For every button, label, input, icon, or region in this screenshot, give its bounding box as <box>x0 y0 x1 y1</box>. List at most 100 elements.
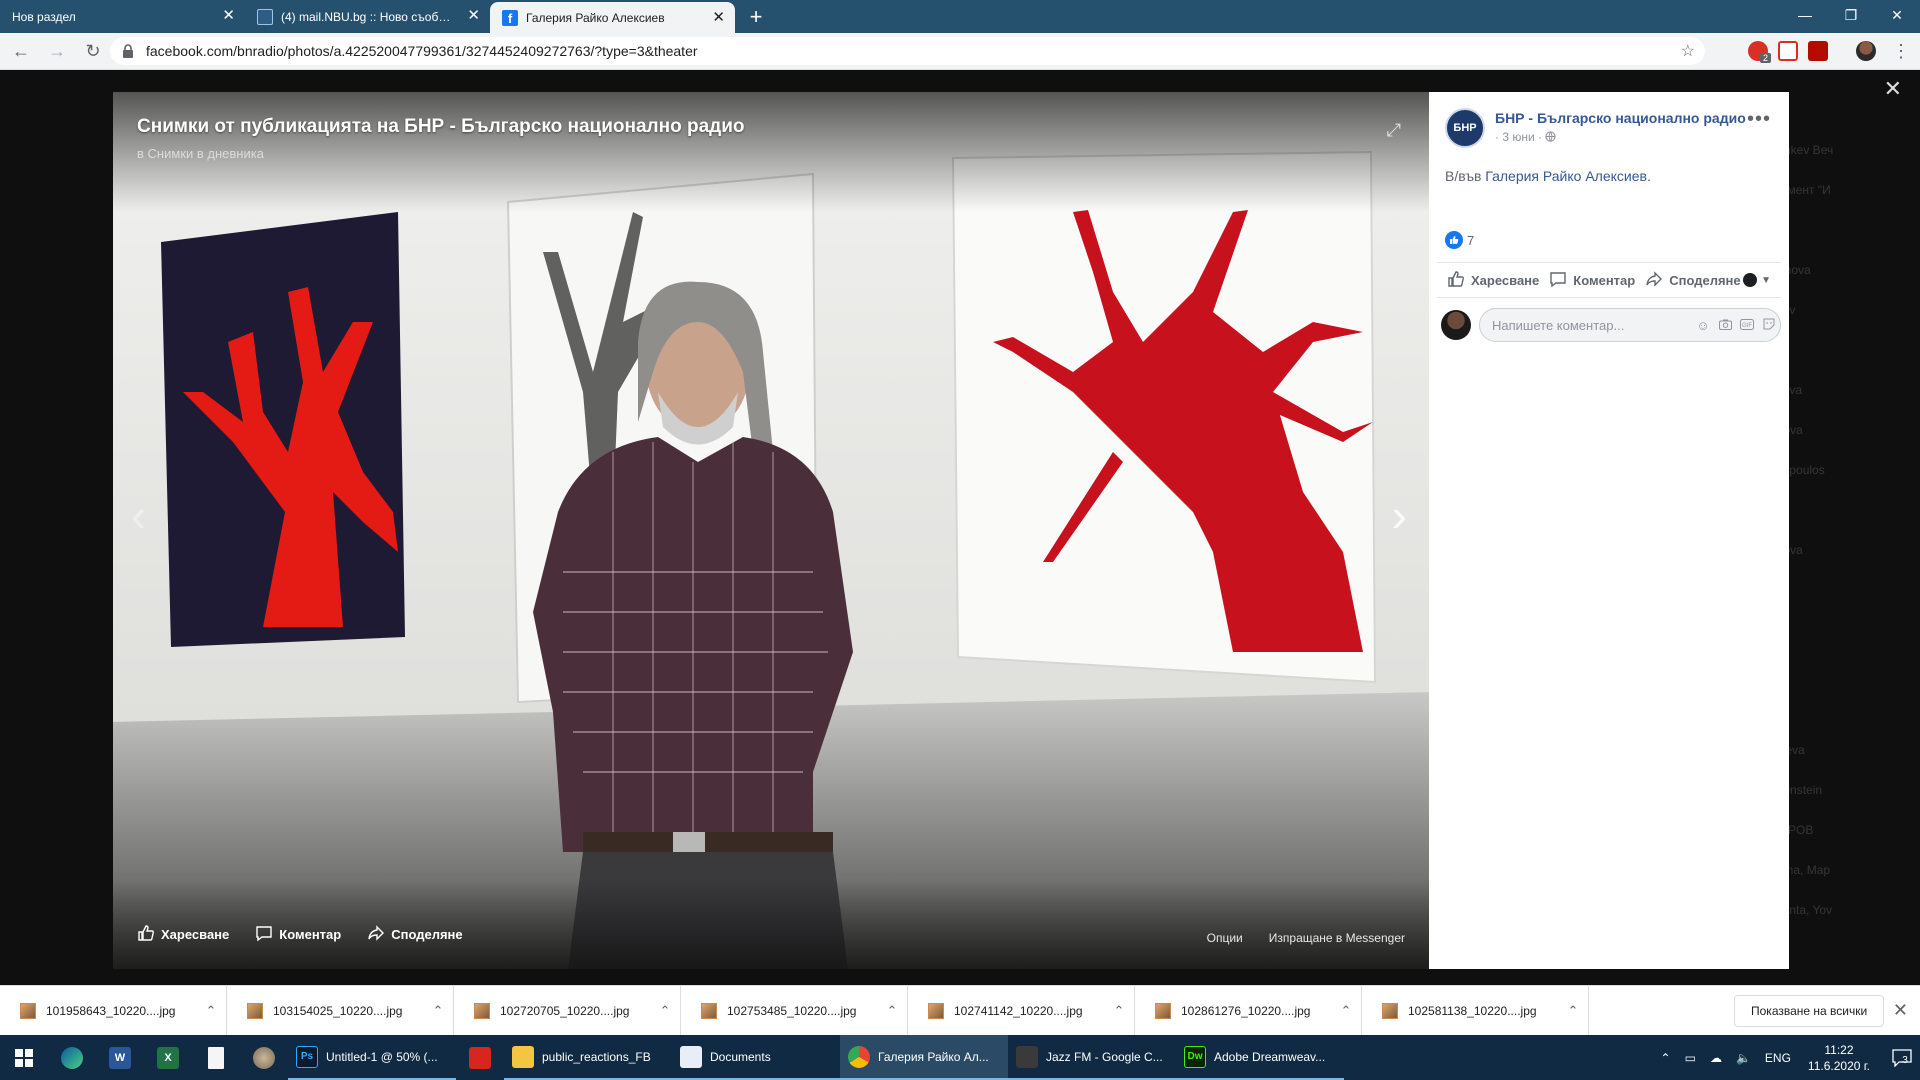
post-date[interactable]: · 3 юни · <box>1495 130 1556 144</box>
download-filename: 102720705_10220....jpg <box>500 1003 630 1018</box>
camera-icon[interactable] <box>1714 318 1736 333</box>
taskbar-app-label: Adobe Dreamweav... <box>1214 1049 1326 1064</box>
chevron-up-icon[interactable]: ⌃ <box>423 1003 453 1019</box>
close-window-icon[interactable]: ✕ <box>1874 0 1920 30</box>
close-downloads-icon[interactable]: ✕ <box>1893 1000 1908 1021</box>
chevron-up-icon[interactable]: ⌃ <box>650 1003 680 1019</box>
excel-icon[interactable]: X <box>144 1035 192 1080</box>
share-icon <box>1645 270 1663 291</box>
menu-icon[interactable]: ⋮ <box>1886 36 1916 66</box>
gallery-link[interactable]: Галерия Райко Алексиев <box>1485 168 1647 184</box>
emoji-icon[interactable]: ☺ <box>1692 318 1714 333</box>
gif-icon[interactable]: GIF <box>1736 318 1758 333</box>
photo-like-button[interactable]: Харесване <box>137 924 229 945</box>
background-contact-name: ova <box>1770 610 1900 650</box>
download-item[interactable]: 102861276_10220....jpg ⌃ <box>1135 985 1362 1036</box>
network-icon[interactable]: ▭ <box>1685 1051 1696 1065</box>
tab-mail[interactable]: (4) mail.NBU.bg :: Ново съобщение ✕ <box>245 0 490 33</box>
window-controls: — ❐ ✕ <box>1782 0 1920 30</box>
comment-box[interactable]: ☺ GIF <box>1479 308 1781 342</box>
post-like-button[interactable]: Харесване <box>1447 270 1539 291</box>
chevron-up-icon[interactable]: ⌃ <box>196 1003 226 1019</box>
file-icon[interactable] <box>192 1035 240 1080</box>
windows-start-icon[interactable] <box>0 1035 48 1080</box>
show-all-downloads-button[interactable]: Показване на всички <box>1734 995 1885 1027</box>
send-messenger-link[interactable]: Изпращане в Messenger <box>1269 931 1405 945</box>
dreamweaver-icon: Dw <box>1184 1045 1206 1068</box>
document-icon <box>680 1045 702 1068</box>
audience-selector[interactable]: ▼ <box>1743 273 1771 287</box>
extension-pocket-icon[interactable] <box>1778 41 1798 61</box>
lock-icon[interactable] <box>122 44 136 58</box>
restore-icon[interactable]: ❐ <box>1828 0 1874 30</box>
notification-center-icon[interactable]: 3 <box>1880 1035 1920 1080</box>
next-photo-icon[interactable]: › <box>1392 492 1407 538</box>
taskbar-app-photoshop[interactable]: Ps Untitled-1 @ 50% (... <box>288 1035 456 1080</box>
notification-count: 3 <box>1902 1055 1908 1066</box>
photo-like-label: Харесване <box>161 927 230 942</box>
extension-pdf-icon[interactable] <box>1808 41 1828 61</box>
fullscreen-expand-icon[interactable]: ⤢ <box>1387 120 1401 141</box>
post-text-suffix: . <box>1646 168 1651 184</box>
photo-comment-label: Коментар <box>279 927 342 942</box>
address-bar[interactable]: facebook.com/bnradio/photos/a.4225200477… <box>110 37 1705 65</box>
page-avatar[interactable]: БНР <box>1445 108 1485 148</box>
taskbar-app-documents[interactable]: Documents <box>672 1035 840 1080</box>
previous-photo-icon[interactable]: ‹ <box>131 492 146 538</box>
download-item[interactable]: 102581138_10220....jpg ⌃ <box>1362 985 1589 1036</box>
bookmark-star-icon[interactable]: ☆ <box>1681 41 1695 61</box>
download-item[interactable]: 102753485_10220....jpg ⌃ <box>681 985 908 1036</box>
download-item[interactable]: 102720705_10220....jpg ⌃ <box>454 985 681 1036</box>
photo-share-button[interactable]: Споделяне <box>367 924 463 945</box>
chevron-up-icon[interactable]: ⌃ <box>1331 1003 1361 1019</box>
download-item[interactable]: 103154025_10220....jpg ⌃ <box>227 985 454 1036</box>
url-text[interactable]: facebook.com/bnradio/photos/a.4225200477… <box>146 43 1681 59</box>
user-avatar[interactable] <box>1441 310 1471 340</box>
image-file-icon <box>20 1002 36 1019</box>
taskbar-app-folder[interactable]: public_reactions_FB <box>504 1035 672 1080</box>
minimize-icon[interactable]: — <box>1782 0 1828 30</box>
options-link[interactable]: Опции <box>1207 931 1243 945</box>
close-theater-icon[interactable]: ✕ <box>1884 78 1902 100</box>
acrobat-icon[interactable] <box>456 1035 504 1080</box>
taskbar-app-chrome[interactable]: Галерия Райко Ал... <box>840 1035 1008 1080</box>
language-indicator[interactable]: ENG <box>1765 1051 1791 1065</box>
post-comment-button[interactable]: Коментар <box>1549 270 1635 291</box>
chevron-up-icon[interactable]: ⌃ <box>1558 1003 1588 1019</box>
tab-new-tab[interactable]: Нов раздел ✕ <box>0 0 245 33</box>
reload-icon[interactable]: ↻ <box>78 36 108 66</box>
chevron-up-icon[interactable]: ⌃ <box>877 1003 907 1019</box>
album-link[interactable]: в Снимки в дневника <box>137 146 264 161</box>
globe-app-icon[interactable] <box>240 1035 288 1080</box>
onedrive-icon[interactable]: ☁ <box>1710 1051 1722 1065</box>
comment-input[interactable] <box>1492 317 1692 333</box>
edge-icon[interactable] <box>48 1035 96 1080</box>
chevron-up-icon[interactable]: ⌃ <box>1104 1003 1134 1019</box>
back-icon[interactable]: ← <box>6 36 36 66</box>
forward-icon[interactable]: → <box>42 36 72 66</box>
download-item[interactable]: 102741142_10220....jpg ⌃ <box>908 985 1135 1036</box>
more-options-icon[interactable]: ••• <box>1747 108 1771 131</box>
image-file-icon <box>928 1002 944 1019</box>
tab-gallery[interactable]: f Галерия Райко Алексиев ✕ <box>490 2 735 33</box>
download-filename: 102741142_10220....jpg <box>954 1003 1083 1018</box>
new-tab-button[interactable]: + <box>741 0 771 33</box>
photo-title[interactable]: Снимки от публикацията на БНР - Българск… <box>137 116 744 138</box>
tab-close-icon[interactable]: ✕ <box>222 8 235 23</box>
profile-avatar[interactable] <box>1856 41 1876 61</box>
taskbar-app-jazzfm[interactable]: Jazz FM - Google C... <box>1008 1035 1176 1080</box>
taskbar-app-dreamweaver[interactable]: Dw Adobe Dreamweav... <box>1176 1035 1344 1080</box>
word-icon[interactable]: W <box>96 1035 144 1080</box>
post-share-button[interactable]: Споделяне <box>1645 270 1741 291</box>
reactions-summary[interactable]: 7 <box>1445 231 1474 249</box>
tray-chevron-up-icon[interactable]: ⌃ <box>1661 1051 1671 1065</box>
volume-icon[interactable]: 🔈 <box>1736 1051 1751 1065</box>
photo-comment-button[interactable]: Коментар <box>255 924 341 945</box>
background-contact-name: ю <box>1770 210 1900 250</box>
tab-close-icon[interactable]: ✕ <box>712 10 725 25</box>
tab-close-icon[interactable]: ✕ <box>467 8 480 23</box>
page-name-link[interactable]: БНР - Българско национално радио <box>1495 110 1746 126</box>
clock[interactable]: 11:22 11.6.2020 г. <box>1808 1042 1870 1074</box>
download-item[interactable]: 101958643_10220....jpg ⌃ <box>0 985 227 1036</box>
sticker-icon[interactable] <box>1758 318 1780 333</box>
